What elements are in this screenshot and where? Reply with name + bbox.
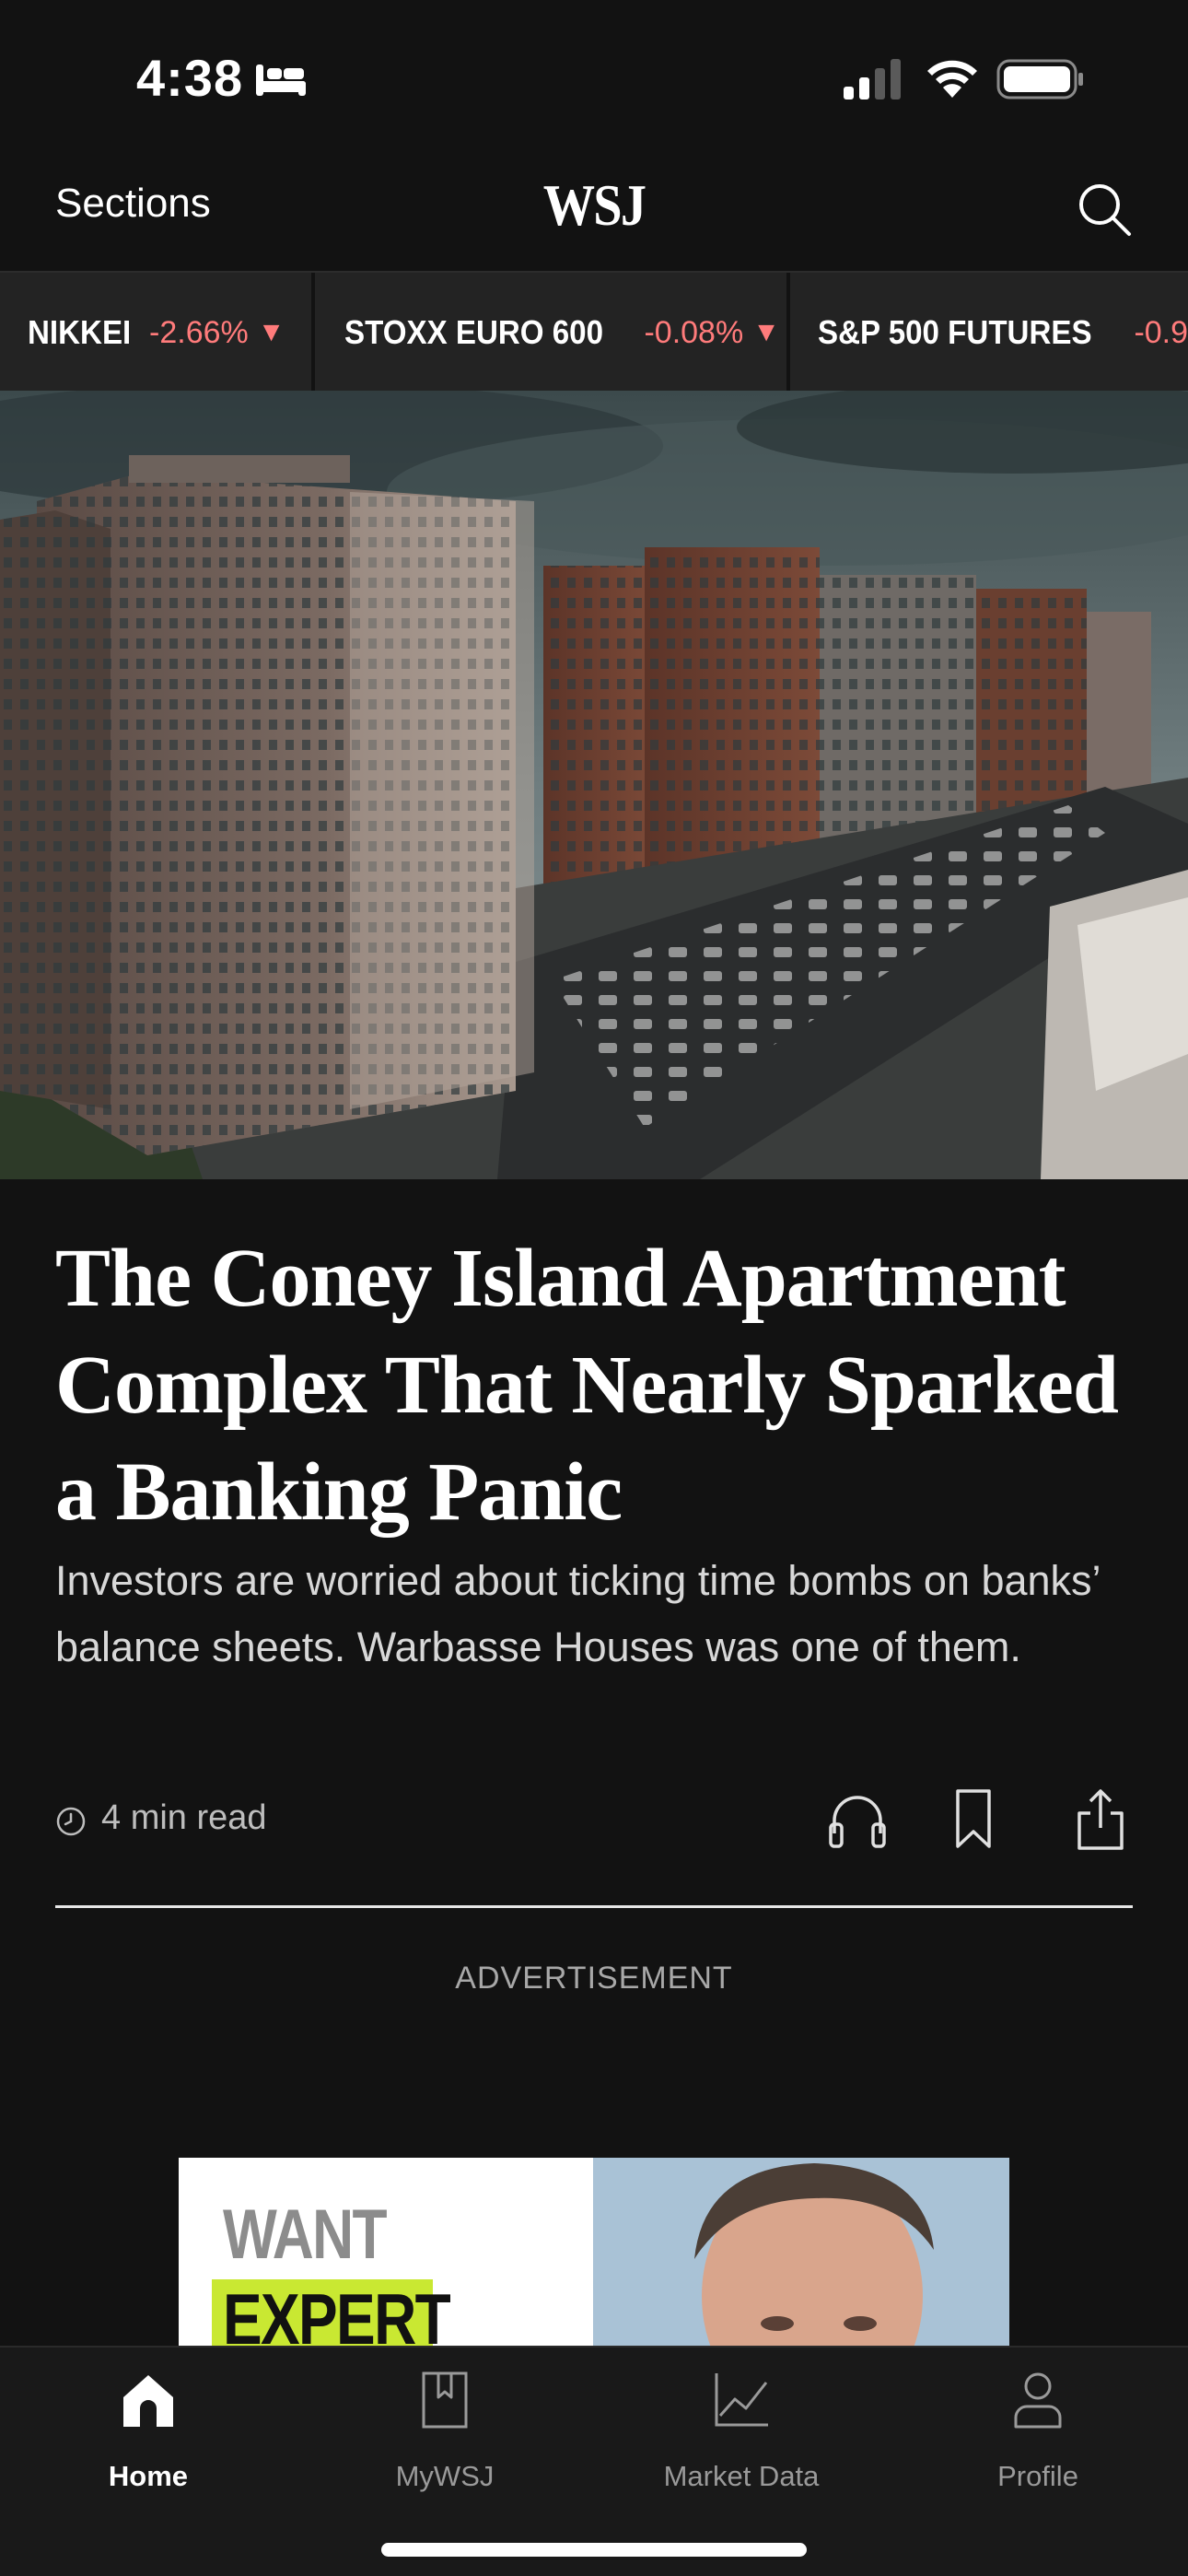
bookmark-icon <box>422 2371 468 2429</box>
battery-icon <box>996 59 1083 100</box>
tab-mywsj[interactable]: MyWSJ <box>297 2348 593 2504</box>
ad-portrait-image <box>593 2158 1009 2348</box>
ticker-divider <box>311 273 315 391</box>
advertisement-label: ADVERTISEMENT <box>455 1961 733 1996</box>
ad-line-1: WANT <box>223 2195 388 2274</box>
search-icon[interactable] <box>1074 179 1135 240</box>
article-meta-row: 4 min read <box>55 1787 1133 1852</box>
bookmark-icon[interactable] <box>941 1787 1006 1852</box>
ticker-name: S&P 500 FUTURES <box>818 313 1092 351</box>
tab-label: MyWSJ <box>395 2460 495 2492</box>
ticker-item-nikkei[interactable]: NIKKEI -2.66% ▼ <box>28 273 285 391</box>
status-time: 4:38 <box>136 49 244 107</box>
tab-market-data[interactable]: Market Data <box>593 2348 890 2504</box>
app-header: Sections WSJ <box>0 157 1188 271</box>
headphones-icon[interactable] <box>825 1787 890 1852</box>
ticker-change: -0.08% <box>644 314 744 350</box>
home-indicator[interactable] <box>381 2543 807 2557</box>
tab-profile[interactable]: Profile <box>890 2348 1186 2504</box>
sleep-focus-icon <box>256 64 306 96</box>
ticker-name: NIKKEI <box>28 313 132 351</box>
tab-label: Home <box>108 2460 189 2492</box>
clock-icon <box>56 1807 86 1836</box>
market-ticker[interactable]: NIKKEI -2.66% ▼ STOXX EURO 600 -0.08% ▼ … <box>0 271 1188 391</box>
read-time: 4 min read <box>101 1798 267 1837</box>
down-arrow-icon: ▼ <box>752 317 780 347</box>
chart-icon <box>715 2373 768 2427</box>
share-icon[interactable] <box>1068 1787 1133 1852</box>
ad-text-panel: WANT EXPERT <box>179 2158 593 2348</box>
ticker-item-stoxx[interactable]: STOXX EURO 600 -0.08% ▼ <box>344 273 780 391</box>
wsj-home-screen: 4:38 Sections WSJ NIKKEI -2.66% ▼ STOXX … <box>0 0 1188 2576</box>
article-headline[interactable]: The Coney Island Apartment Complex That … <box>55 1225 1142 1546</box>
cellular-signal-icon <box>844 59 901 100</box>
ticker-divider <box>786 273 790 391</box>
section-divider <box>55 1905 1133 1908</box>
ticker-item-sp500-futures[interactable]: S&P 500 FUTURES -0.90 <box>818 273 1188 391</box>
ad-line-2: EXPERT <box>223 2278 451 2348</box>
home-icon <box>123 2375 173 2427</box>
wsj-logo[interactable]: WSJ <box>71 171 1116 240</box>
bottom-tab-bar: Home MyWSJ Market Data Profile <box>0 2346 1188 2576</box>
wifi-icon <box>927 60 977 98</box>
tab-label: Market Data <box>663 2460 820 2492</box>
status-bar: 4:38 <box>0 0 1188 157</box>
tab-label: Profile <box>997 2460 1078 2492</box>
ticker-change: -0.90 <box>1134 314 1188 350</box>
ticker-name: STOXX EURO 600 <box>344 313 604 351</box>
tab-home[interactable]: Home <box>0 2348 297 2504</box>
advertisement-banner[interactable]: WANT EXPERT <box>179 2158 1009 2348</box>
article-dek[interactable]: Investors are worried about ticking time… <box>55 1548 1124 1680</box>
article-hero-image[interactable] <box>0 391 1188 1179</box>
down-arrow-icon: ▼ <box>257 317 285 347</box>
ticker-change: -2.66% <box>149 314 249 350</box>
person-icon <box>1014 2372 1062 2429</box>
